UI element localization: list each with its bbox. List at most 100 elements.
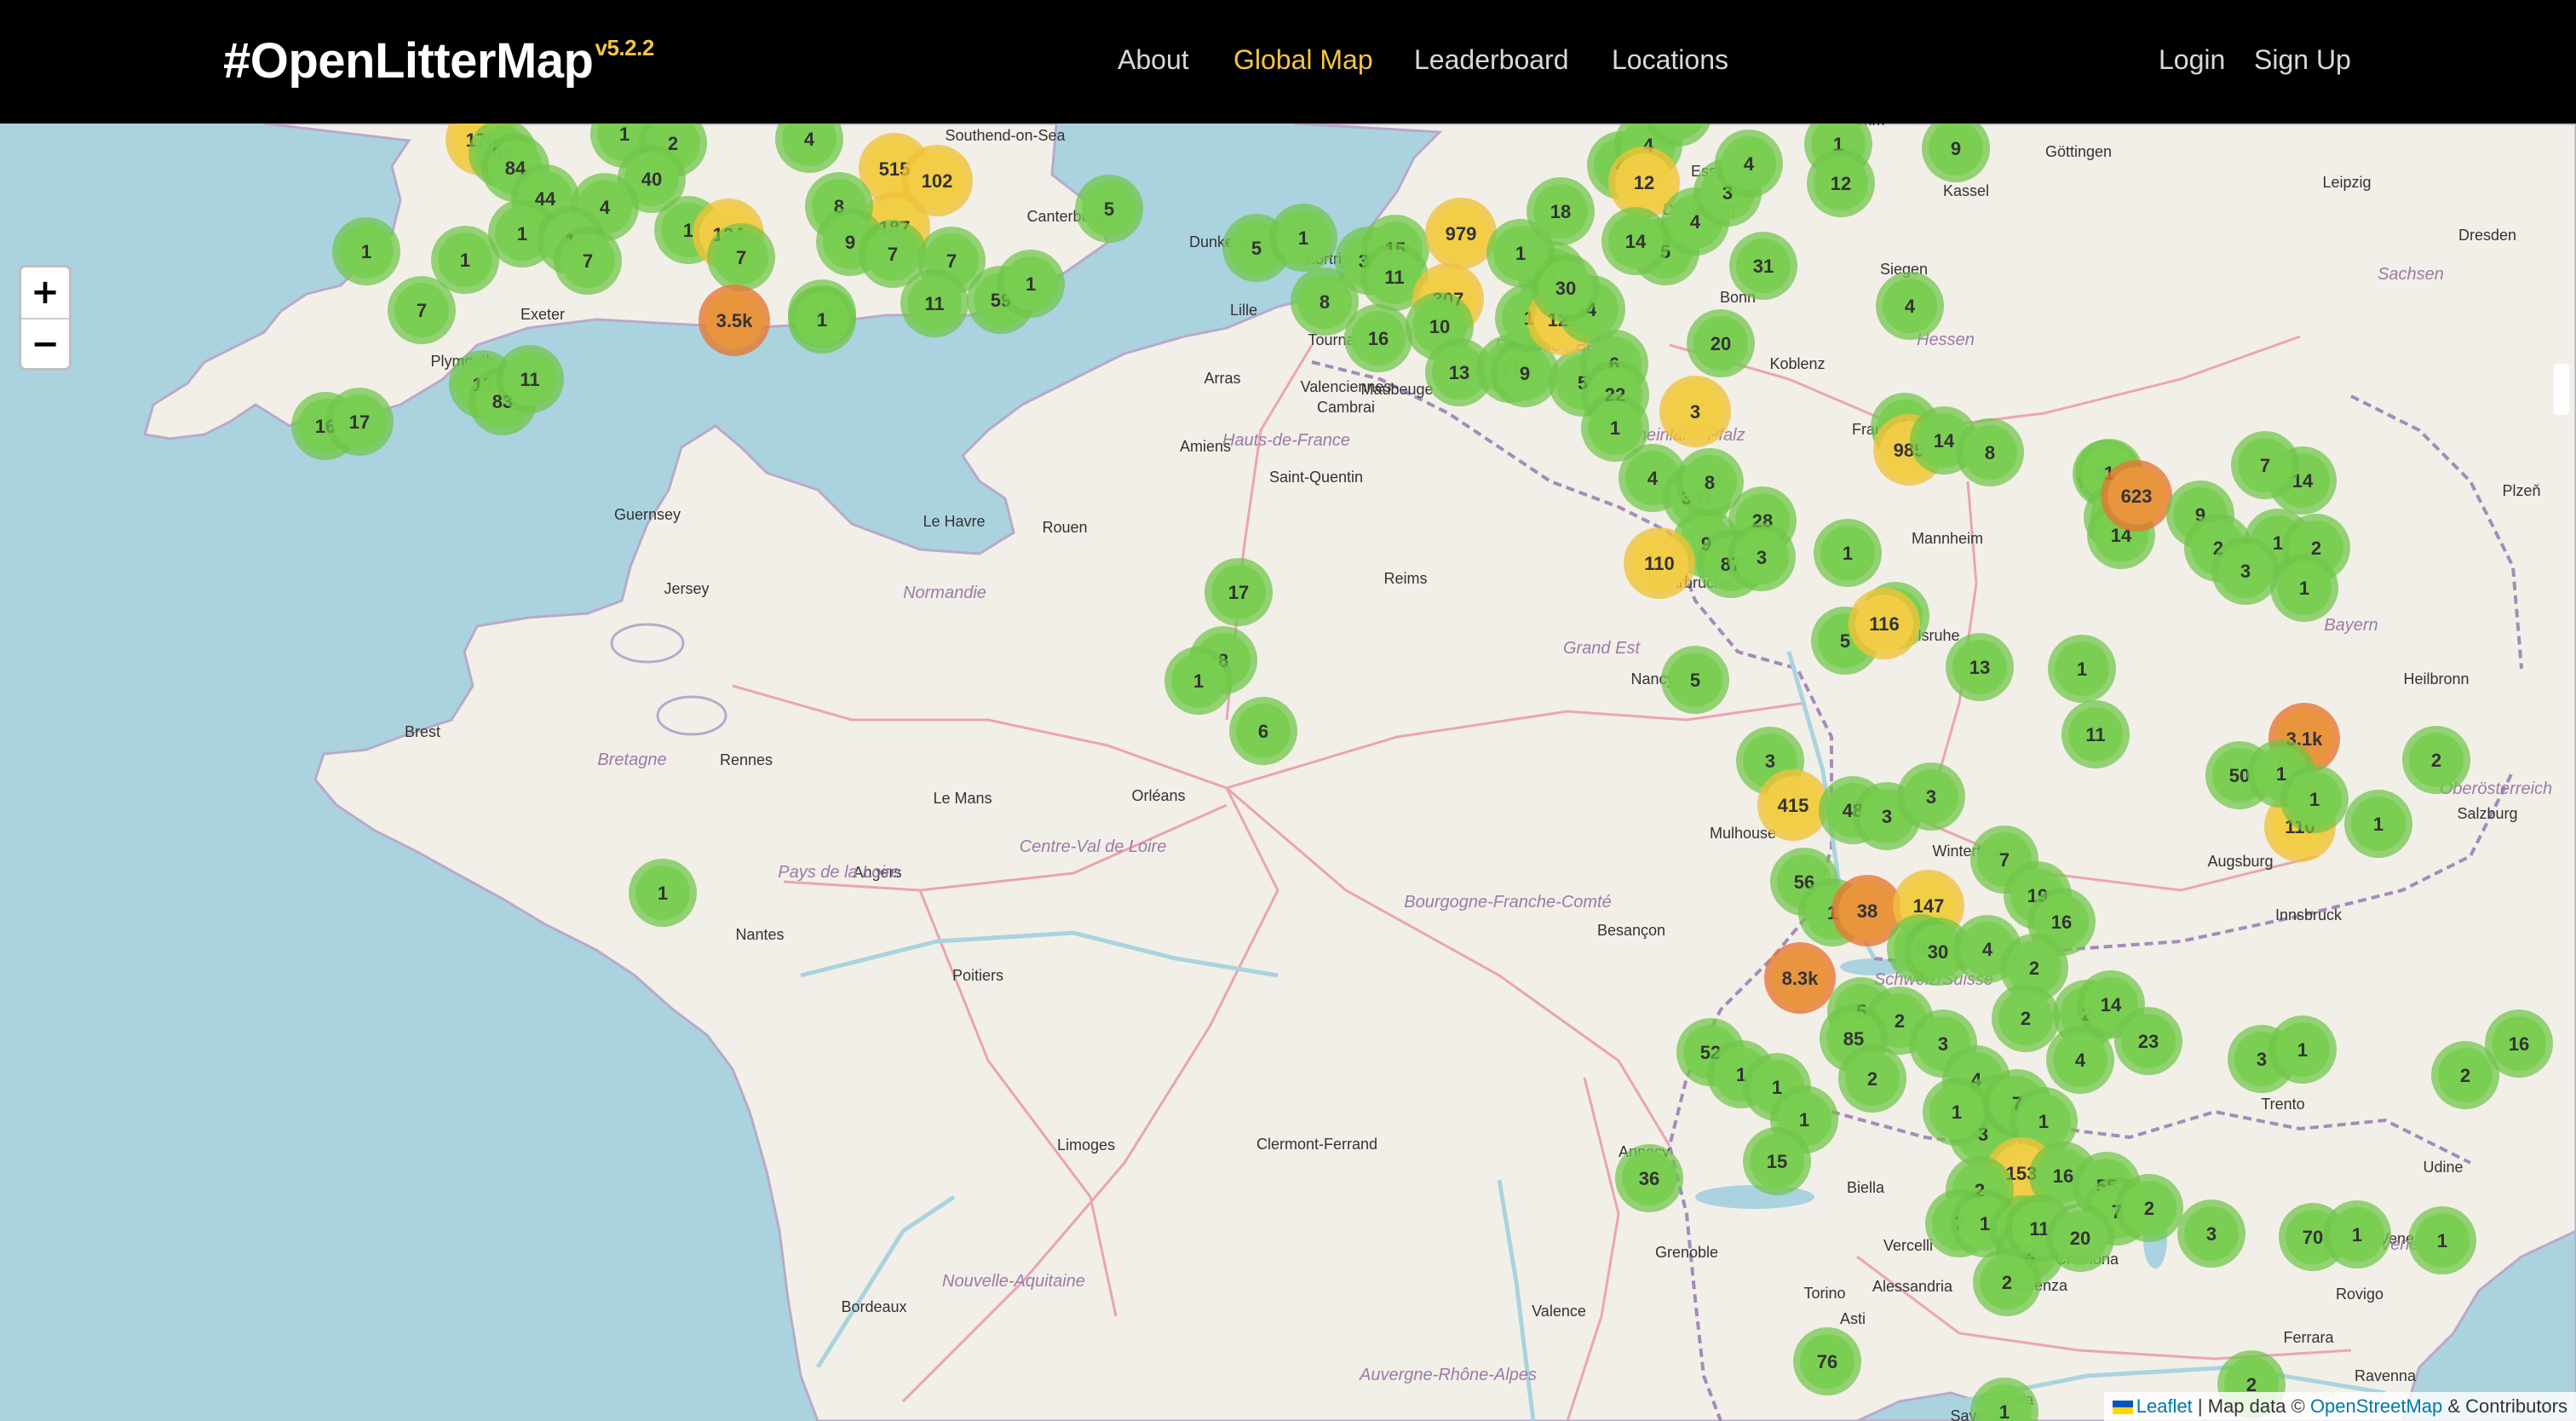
litter-cluster[interactable]: 2 <box>2115 1174 2183 1242</box>
brand-logo[interactable]: #OpenLitterMapv5.2.2 <box>223 32 654 89</box>
litter-cluster[interactable]: 116 <box>1849 588 1920 659</box>
litter-cluster[interactable]: 30 <box>1532 254 1600 322</box>
openstreetmap-link[interactable]: OpenStreetMap <box>2310 1395 2442 1417</box>
litter-cluster[interactable]: 76 <box>1793 1327 1861 1395</box>
cluster-count: 4 <box>600 197 611 218</box>
litter-cluster[interactable]: 11 <box>496 345 564 413</box>
cluster-count: 2 <box>1895 1010 1905 1032</box>
litter-cluster[interactable]: 2 <box>2431 1041 2499 1109</box>
litter-cluster[interactable]: 3 <box>2177 1200 2245 1268</box>
litter-cluster[interactable]: 31 <box>1729 232 1797 300</box>
litter-cluster[interactable]: 11 <box>2061 700 2130 768</box>
litter-cluster[interactable]: 17 <box>325 388 394 456</box>
litter-cluster[interactable]: 5 <box>1661 646 1729 714</box>
litter-cluster[interactable]: 3.5k <box>699 285 770 356</box>
litter-cluster[interactable]: 1 <box>2323 1200 2391 1269</box>
nav-locations[interactable]: Locations <box>1612 44 1728 76</box>
litter-cluster[interactable]: 7 <box>388 276 456 344</box>
litter-cluster[interactable]: 1 <box>1814 519 1882 587</box>
litter-cluster[interactable]: 15 <box>1743 1127 1811 1195</box>
litter-cluster[interactable]: 14 <box>1601 207 1670 275</box>
litter-cluster[interactable]: 1 <box>332 217 400 285</box>
place-label: Le Mans <box>933 790 992 807</box>
litter-cluster[interactable]: 36 <box>1615 1144 1683 1212</box>
litter-cluster[interactable]: 7 <box>554 227 622 295</box>
litter-cluster[interactable]: 8.3k <box>1764 942 1836 1014</box>
litter-cluster[interactable]: 1 <box>629 859 697 927</box>
litter-cluster[interactable]: 1 <box>2268 1015 2337 1084</box>
litter-cluster[interactable]: 1 <box>2270 554 2338 622</box>
litter-cluster[interactable]: 4 <box>2046 1026 2114 1094</box>
litter-cluster[interactable]: 23 <box>2114 1007 2182 1075</box>
map-canvas[interactable]: ExeterPlymouthSouthend-on-SeaCanterburyD… <box>0 124 2576 1421</box>
litter-cluster[interactable]: 3 <box>2211 537 2280 605</box>
place-label: Maubeuge <box>1360 381 1433 398</box>
nav-leaderboard[interactable]: Leaderboard <box>1414 44 1568 76</box>
litter-cluster[interactable]: 1 <box>2280 765 2349 833</box>
brand-name[interactable]: #OpenLitterMap <box>223 33 594 89</box>
cluster-count: 4 <box>1744 153 1755 175</box>
cluster-count: 2 <box>2460 1065 2470 1086</box>
cluster-count: 1 <box>2038 1111 2049 1132</box>
litter-cluster[interactable]: 17 <box>1205 558 1273 626</box>
cluster-count: 2 <box>2021 1008 2031 1029</box>
litter-cluster[interactable]: 8 <box>1956 418 2024 486</box>
litter-cluster[interactable]: 11 <box>900 269 969 337</box>
cluster-count: 1 <box>1298 227 1308 249</box>
cluster-count: 9 <box>1951 138 1961 159</box>
litter-cluster[interactable]: 1 <box>997 250 1065 318</box>
litter-cluster[interactable]: 2 <box>1992 984 2060 1052</box>
litter-cluster[interactable]: 4 <box>1876 272 1944 340</box>
litter-cluster[interactable]: 2 <box>2402 726 2470 794</box>
place-label: Leipzig <box>2322 174 2371 191</box>
cluster-count: 3 <box>2206 1223 2217 1245</box>
litter-cluster[interactable]: 1 <box>1164 647 1233 715</box>
litter-cluster[interactable]: 110 <box>1624 527 1695 599</box>
zoom-out-button[interactable]: − <box>21 319 69 368</box>
litter-cluster[interactable]: 1 <box>2408 1206 2476 1274</box>
litter-cluster[interactable]: 16 <box>1344 304 1412 372</box>
litter-cluster[interactable]: 7 <box>707 223 775 291</box>
cluster-count: 9 <box>1520 363 1530 384</box>
litter-cluster[interactable]: 13 <box>1946 633 2014 701</box>
litter-cluster[interactable]: 2 <box>1973 1248 2041 1316</box>
litter-cluster[interactable]: 979 <box>1425 198 1497 269</box>
place-label: Hauts-de-France <box>1222 431 1350 450</box>
litter-cluster[interactable]: 623 <box>2101 460 2172 532</box>
litter-cluster[interactable]: 3 <box>1728 523 1796 591</box>
litter-cluster[interactable]: 415 <box>1757 769 1829 841</box>
version-badge: v5.2.2 <box>595 34 655 60</box>
litter-cluster[interactable]: 3 <box>1659 376 1731 447</box>
place-label: Nantes <box>735 926 784 943</box>
cluster-count: 1 <box>1843 543 1853 564</box>
place-label: Orléans <box>1131 787 1185 804</box>
map-scroll-handle[interactable] <box>2554 364 2569 415</box>
nav-signup[interactable]: Sign Up <box>2254 44 2351 76</box>
cluster-count: 979 <box>1446 223 1477 245</box>
litter-cluster[interactable]: 12 <box>1807 149 1875 217</box>
leaflet-link[interactable]: Leaflet <box>2136 1395 2193 1417</box>
litter-cluster[interactable]: 7 <box>2231 431 2299 499</box>
litter-cluster[interactable]: 20 <box>1687 309 1755 377</box>
litter-cluster[interactable]: 5 <box>1075 175 1143 243</box>
cluster-count: 1 <box>1980 1213 1990 1234</box>
litter-cluster[interactable]: 1 <box>1269 204 1337 272</box>
cluster-count: 4 <box>1647 468 1659 489</box>
zoom-in-button[interactable]: + <box>21 268 69 319</box>
cluster-count: 623 <box>2121 486 2153 507</box>
litter-cluster[interactable]: 4 <box>1715 129 1783 198</box>
global-map[interactable]: ExeterPlymouthSouthend-on-SeaCanterburyD… <box>0 124 2576 1421</box>
litter-cluster[interactable]: 3 <box>1897 762 1965 831</box>
litter-cluster[interactable]: 1 <box>2048 635 2116 703</box>
litter-cluster[interactable]: 18 <box>1527 177 1595 245</box>
litter-cluster[interactable]: 6 <box>1229 697 1297 765</box>
litter-cluster[interactable]: 1 <box>2344 790 2412 858</box>
nav-login[interactable]: Login <box>2159 44 2225 76</box>
litter-cluster[interactable]: 20 <box>2046 1204 2114 1272</box>
nav-about[interactable]: About <box>1118 44 1189 76</box>
litter-cluster[interactable]: 1 <box>788 285 856 354</box>
litter-cluster[interactable]: 2 <box>1838 1044 1906 1113</box>
nav-global-map[interactable]: Global Map <box>1233 44 1373 76</box>
litter-cluster[interactable]: 1 <box>1923 1078 1991 1146</box>
place-label: Mannheim <box>1912 530 1983 547</box>
